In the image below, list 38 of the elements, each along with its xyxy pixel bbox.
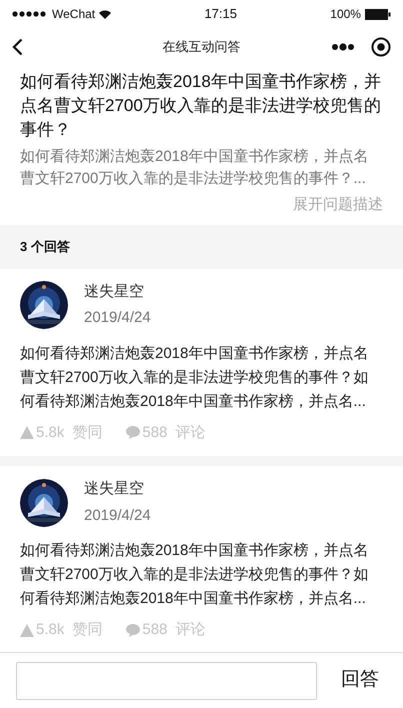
answer-count-heading: 3 个回答: [20, 238, 70, 256]
more-button[interactable]: [331, 43, 355, 51]
answer-input[interactable]: [16, 662, 317, 700]
like-label: 赞同: [72, 620, 102, 640]
like-count: 5.8k: [36, 422, 64, 442]
comment-label: 评论: [175, 422, 206, 442]
comment-button[interactable]: 588: [126, 422, 168, 444]
answer-date: 2019/4/24: [84, 506, 151, 526]
battery-icon: [364, 8, 391, 20]
comment-count: 588: [142, 620, 168, 640]
triangle-icon: [20, 426, 34, 440]
comment-count: 588: [142, 422, 168, 442]
like-count: 5.8k: [36, 620, 64, 640]
wifi-icon: [99, 10, 112, 18]
page-title: 在线互动问答: [162, 38, 240, 56]
comment-button[interactable]: 588: [126, 619, 168, 642]
speech-bubble-icon: [126, 624, 140, 637]
speech-bubble-icon: [126, 426, 140, 440]
close-button[interactable]: [371, 37, 391, 57]
question-description: 如何看待郑渊洁炮轰2018年中国童书作家榜，并点名曹文轩2700万收入靠的是非法进学校兜售的事件？...: [20, 147, 370, 189]
answer-text: 如何看待郑渊洁炮轰2018年中国童书作家榜，并点名曹文轩2700万收入靠的是非法进学校兜售的事件？如何看待郑渊洁炮轰2018年中国童书作家榜，并点名...: [20, 344, 370, 412]
answer-date: 2019/4/24: [84, 308, 151, 328]
answer-text: 如何看待郑渊洁炮轰2018年中国童书作家榜，并点名曹文轩2700万收入靠的是非法进学校兜售的事件？如何看待郑渊洁炮轰2018年中国童书作家榜，并点名...: [20, 541, 370, 609]
expand-link[interactable]: 展开问题描述: [293, 194, 383, 216]
reply-button[interactable]: 回答: [333, 666, 387, 695]
triangle-icon: [20, 624, 34, 637]
battery-percent: 100%: [330, 6, 361, 23]
like-button[interactable]: 5.8k: [20, 619, 64, 642]
author-name: 迷失星空: [84, 282, 145, 302]
like-label: 赞同: [72, 422, 102, 442]
comment-label: 评论: [175, 620, 206, 640]
question-title: 如何看待郑渊洁炮轰2018年中国童书作家榜，并点名曹文轩2700万收入靠的是非法进学校兜售的事件？: [20, 71, 382, 141]
author-name: 迷失星空: [84, 479, 145, 499]
clock-time: 17:15: [204, 5, 237, 24]
carrier-name: WeChat: [52, 6, 96, 23]
like-button[interactable]: 5.8k: [20, 422, 64, 444]
signal-dots-icon: [12, 11, 48, 17]
back-button[interactable]: [12, 38, 23, 56]
